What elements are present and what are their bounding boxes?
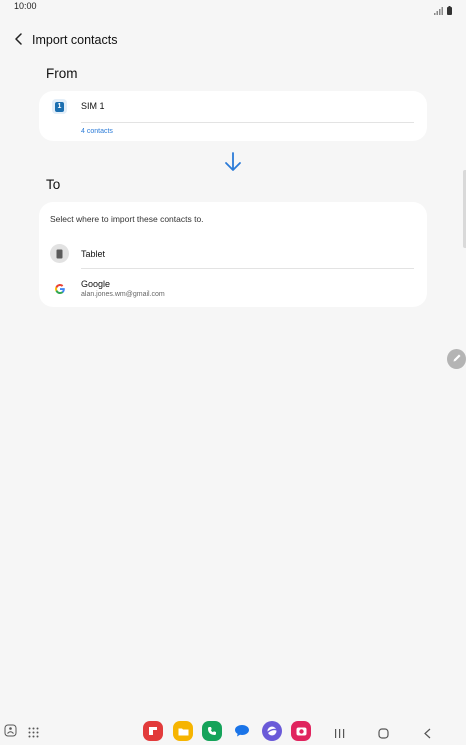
from-label: From xyxy=(46,66,78,81)
sim-source-item[interactable]: 1 SIM 1 4 contacts xyxy=(39,91,427,141)
internet-app-icon[interactable] xyxy=(262,721,282,741)
camera-app-icon[interactable] xyxy=(291,721,311,741)
google-icon xyxy=(50,279,69,298)
back-nav-icon[interactable] xyxy=(423,726,432,744)
app-grid-icon[interactable] xyxy=(28,725,39,743)
battery-icon xyxy=(447,2,452,20)
divider xyxy=(81,122,414,123)
status-icons xyxy=(434,2,452,20)
recents-icon[interactable] xyxy=(334,726,345,744)
source-name: SIM 1 xyxy=(81,101,105,111)
my-files-app-icon[interactable] xyxy=(173,721,193,741)
accessibility-icon[interactable] xyxy=(4,724,17,742)
option-name: Google xyxy=(81,279,111,289)
phone-app-icon[interactable] xyxy=(202,721,222,741)
pencil-icon xyxy=(452,350,462,368)
sim-card-icon: 1 xyxy=(52,99,67,114)
option-detail: alan.jones.wm@gmail.com xyxy=(81,291,165,298)
messages-app-icon[interactable] xyxy=(232,721,252,741)
back-button[interactable] xyxy=(10,32,28,50)
tablet-icon xyxy=(50,244,69,263)
status-time: 10:00 xyxy=(14,1,37,11)
arrow-down-icon xyxy=(223,151,243,178)
option-google[interactable]: Google alan.jones.wm@gmail.com xyxy=(39,272,427,304)
floating-edit-button[interactable] xyxy=(447,349,466,369)
contacts-count-link[interactable]: 4 contacts xyxy=(81,128,113,135)
option-tablet[interactable]: Tablet xyxy=(39,240,427,268)
page-title: Import contacts xyxy=(32,33,118,47)
home-icon[interactable] xyxy=(378,726,389,744)
import-prompt: Select where to import these contacts to… xyxy=(50,214,204,224)
option-name: Tablet xyxy=(81,249,106,259)
signal-icon xyxy=(434,2,443,20)
chevron-left-icon xyxy=(14,32,24,50)
sim-badge-number: 1 xyxy=(55,101,64,112)
flipboard-app-icon[interactable] xyxy=(143,721,163,741)
divider xyxy=(81,268,414,269)
to-label: To xyxy=(46,177,61,192)
